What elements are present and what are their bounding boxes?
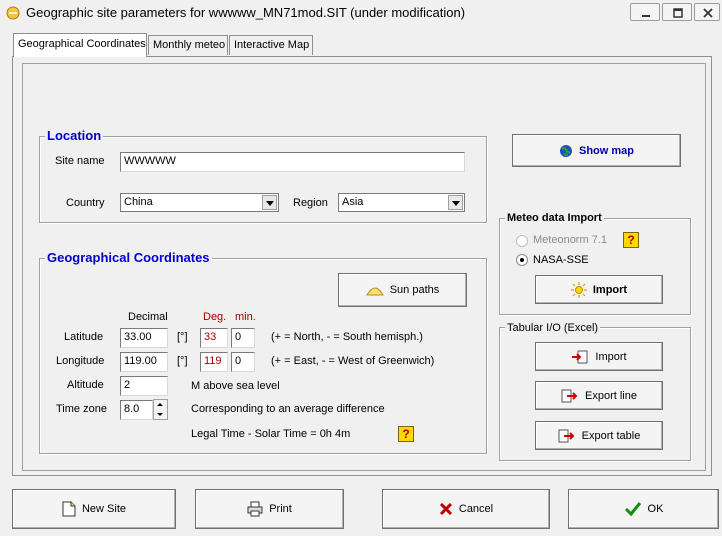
site-name-label: Site name [55, 155, 105, 167]
chevron-down-icon[interactable] [448, 195, 463, 210]
country-label: Country [66, 197, 105, 209]
show-map-label: Show map [578, 144, 634, 157]
country-value: China [124, 196, 153, 208]
import-arrow-icon [572, 350, 588, 363]
country-select[interactable]: China [120, 193, 279, 212]
export-table-label: Export table [581, 429, 641, 442]
minimize-icon [642, 15, 650, 17]
longitude-deg-input[interactable]: 119 [200, 352, 228, 372]
timezone-label: Time zone [56, 403, 107, 415]
min-header: min. [235, 311, 256, 323]
minimize-button[interactable] [630, 3, 660, 21]
cancel-label: Cancel [458, 503, 494, 515]
printer-icon [247, 501, 263, 517]
timezone-hint: Corresponding to an average difference [191, 403, 385, 415]
tabular-io-title: Tabular I/O (Excel) [505, 322, 601, 334]
export-table-button[interactable]: Export table [535, 421, 663, 450]
longitude-label: Longitude [56, 355, 105, 367]
nasa-sse-radio[interactable] [516, 254, 528, 266]
globe-icon [559, 144, 572, 157]
latitude-decimal-input[interactable]: 33.00 [120, 328, 168, 348]
timezone-spinner[interactable] [153, 399, 168, 420]
altitude-hint: M above sea level [191, 380, 280, 392]
help-icon[interactable]: ? [398, 426, 414, 442]
meteo-import-button[interactable]: Import [535, 275, 663, 304]
sun-paths-button[interactable]: Sun paths [338, 273, 467, 307]
altitude-input[interactable]: 2 [120, 376, 168, 396]
print-label: Print [269, 503, 292, 515]
tabular-import-label: Import [595, 350, 627, 363]
help-icon[interactable]: ? [623, 232, 639, 248]
longitude-hint: (+ = East, - = West of Greenwich) [271, 355, 435, 367]
chevron-down-icon[interactable] [262, 195, 277, 210]
meteo-import-label: Import [592, 283, 628, 296]
export-arrow-icon [561, 389, 578, 402]
region-value: Asia [342, 196, 364, 208]
longitude-unit: [°] [177, 355, 188, 367]
cancel-x-icon [439, 502, 452, 516]
new-file-icon [62, 501, 76, 517]
sun-icon [570, 281, 587, 298]
sun-paths-icon [365, 287, 384, 296]
altitude-label: Altitude [67, 379, 104, 391]
latitude-label: Latitude [64, 331, 104, 343]
latitude-min-input[interactable]: 0 [231, 328, 255, 348]
export-line-label: Export line [585, 389, 637, 402]
tab-monthly-meteo[interactable]: Monthly meteo [148, 35, 228, 55]
region-label: Region [293, 197, 328, 209]
show-map-button[interactable]: Show map [512, 134, 681, 167]
meteonorm-label: Meteonorm 7.1 [533, 234, 607, 246]
close-icon [703, 8, 713, 18]
close-button[interactable] [694, 3, 720, 21]
ok-label: OK [647, 503, 664, 515]
app-icon [6, 6, 20, 20]
spin-up-icon[interactable] [154, 400, 167, 409]
cancel-button[interactable]: Cancel [382, 489, 550, 529]
longitude-min-input[interactable]: 0 [231, 352, 255, 372]
region-select[interactable]: Asia [338, 193, 465, 212]
meteo-import-title: Meteo data Import [505, 212, 604, 224]
export-arrow-icon [558, 429, 575, 442]
nasa-sse-label: NASA-SSE [533, 254, 589, 266]
title-bar: Geographic site parameters for wwwww_MN7… [0, 0, 722, 28]
sun-paths-label: Sun paths [389, 284, 440, 296]
ok-button[interactable]: OK [568, 489, 719, 529]
latitude-deg-input[interactable]: 33 [200, 328, 228, 348]
new-site-button[interactable]: New Site [12, 489, 176, 529]
site-name-input[interactable]: WWWWW [120, 152, 465, 172]
maximize-icon [673, 8, 683, 18]
legal-time-text: Legal Time - Solar Time = 0h 4m [191, 428, 351, 440]
spin-down-icon[interactable] [154, 410, 167, 419]
longitude-decimal-input[interactable]: 119.00 [120, 352, 168, 372]
geo-coordinates-title: Geographical Coordinates [45, 250, 212, 265]
latitude-unit: [°] [177, 331, 188, 343]
tabular-import-button[interactable]: Import [535, 342, 663, 371]
print-button[interactable]: Print [195, 489, 344, 529]
decimal-header: Decimal [128, 311, 168, 323]
window-title: Geographic site parameters for wwwww_MN7… [26, 5, 466, 20]
new-site-label: New Site [81, 503, 127, 515]
maximize-button[interactable] [662, 3, 692, 21]
tab-geographical-coordinates[interactable]: Geographical Coordinates [13, 33, 147, 57]
export-line-button[interactable]: Export line [535, 381, 663, 410]
timezone-input[interactable]: 8.0 [120, 400, 153, 420]
latitude-hint: (+ = North, - = South hemisph.) [271, 331, 423, 343]
meteonorm-radio[interactable] [516, 235, 528, 247]
checkmark-icon [624, 502, 641, 517]
tab-interactive-map[interactable]: Interactive Map [229, 35, 313, 55]
deg-header: Deg. [203, 311, 227, 323]
location-title: Location [45, 128, 104, 143]
